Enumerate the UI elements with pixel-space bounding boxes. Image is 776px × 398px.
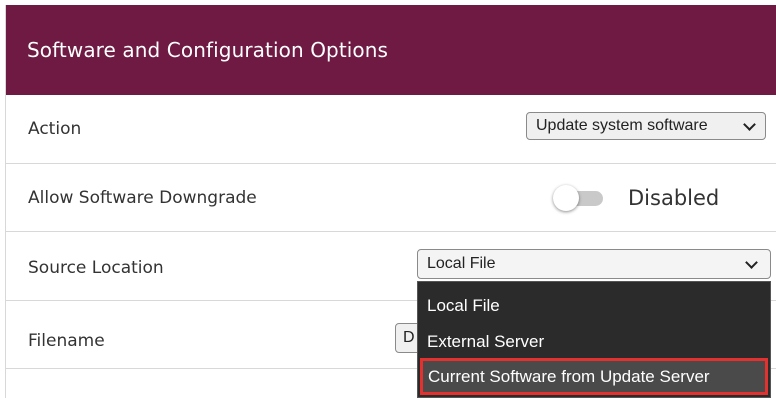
panel-header: Software and Configuration Options bbox=[6, 5, 776, 95]
action-select[interactable]: Update system software bbox=[526, 112, 766, 140]
panel-title: Software and Configuration Options bbox=[27, 38, 389, 62]
action-row: Action Update system software bbox=[6, 95, 776, 164]
source-select-value: Local File bbox=[427, 255, 496, 272]
dropdown-option-local-file[interactable]: Local File bbox=[418, 288, 770, 324]
filename-label: Filename bbox=[28, 331, 105, 351]
option-label: Current Software from Update Server bbox=[428, 367, 710, 386]
chevron-down-icon bbox=[745, 256, 758, 269]
filename-value: D bbox=[403, 329, 415, 346]
toggle-knob[interactable] bbox=[553, 185, 579, 211]
source-select[interactable]: Local File bbox=[417, 249, 771, 279]
source-dropdown-list: Local File External Server Current Softw… bbox=[417, 281, 771, 398]
dropdown-option-external-server[interactable]: External Server bbox=[418, 324, 770, 360]
source-label: Source Location bbox=[28, 258, 164, 278]
downgrade-row: Allow Software Downgrade Disabled bbox=[6, 164, 776, 232]
downgrade-label: Allow Software Downgrade bbox=[28, 188, 257, 208]
option-label: Local File bbox=[427, 296, 500, 315]
downgrade-toggle[interactable] bbox=[551, 185, 606, 211]
action-label: Action bbox=[28, 119, 82, 139]
chevron-down-icon bbox=[743, 118, 756, 131]
option-label: External Server bbox=[427, 332, 545, 351]
downgrade-state: Disabled bbox=[628, 186, 720, 210]
dropdown-option-update-server[interactable]: Current Software from Update Server bbox=[420, 358, 768, 395]
action-select-value: Update system software bbox=[536, 117, 708, 134]
